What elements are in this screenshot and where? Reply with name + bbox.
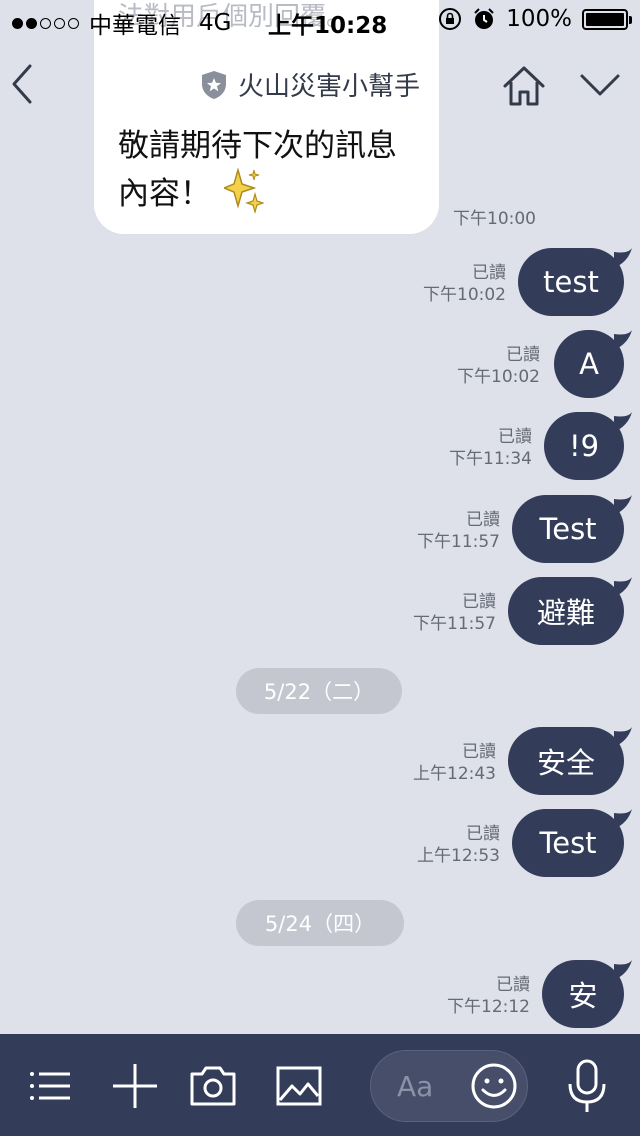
message-text: !9: [568, 429, 600, 463]
read-receipt: 已讀: [462, 742, 496, 762]
date-separator: 5/22（二）: [236, 668, 402, 714]
read-receipt: 已讀: [466, 824, 500, 844]
sparkles-icon: [224, 168, 264, 215]
chat-title[interactable]: 火山災害小幫手: [200, 66, 420, 103]
status-bar: 中華電信 4G 上午10:28 100%: [0, 0, 640, 40]
message-meta: 已讀 下午12:12: [447, 974, 530, 1018]
message-time: 下午10:02: [423, 285, 506, 305]
message-text: test: [543, 265, 599, 299]
message-text: Test: [539, 512, 597, 546]
message-meta: 已讀 下午10:02: [423, 262, 506, 306]
message-bubble[interactable]: 安全: [508, 727, 624, 795]
message-bubble[interactable]: 安: [542, 960, 624, 1028]
message-bubble[interactable]: Test: [512, 495, 624, 563]
message-row: 已讀 下午11:34 !9: [0, 412, 640, 480]
message-bubble[interactable]: Test: [512, 809, 624, 877]
message-bubble[interactable]: 避難: [508, 577, 624, 645]
message-row: 已讀 下午12:12 安: [0, 960, 640, 1028]
bubble-tail: [614, 960, 632, 980]
message-bubble[interactable]: test: [518, 248, 624, 316]
message-time: 上午12:43: [413, 764, 496, 784]
plus-icon[interactable]: [110, 1062, 160, 1110]
emoji-icon[interactable]: [469, 1061, 519, 1111]
carrier-name: 中華電信: [89, 13, 181, 39]
bubble-tail: [614, 495, 632, 515]
read-receipt: 已讀: [498, 427, 532, 447]
read-receipt: 已讀: [466, 510, 500, 530]
bubble-tail: [614, 577, 632, 597]
message-row: 已讀 上午12:53 Test: [0, 809, 640, 877]
bubble-tail: [614, 809, 632, 829]
message-time: 上午12:53: [417, 846, 500, 866]
bubble-tail: [614, 330, 632, 350]
message-input-placeholder: Aa: [397, 1070, 434, 1103]
message-time: 下午10:02: [457, 367, 540, 387]
home-icon[interactable]: [500, 64, 548, 108]
menu-icon[interactable]: [26, 1062, 76, 1110]
message-time: 下午11:34: [449, 449, 532, 469]
message-row: 已讀 上午12:43 安全: [0, 727, 640, 795]
signal-strength-icon: [12, 17, 79, 29]
microphone-icon[interactable]: [562, 1058, 612, 1114]
date-separator: 5/24（四）: [236, 900, 404, 946]
bubble-tail: [614, 248, 632, 268]
back-icon[interactable]: [8, 62, 38, 106]
message-text: 安全: [536, 746, 595, 780]
date-separator-text: 5/22（二）: [263, 680, 375, 704]
read-receipt: 已讀: [496, 975, 530, 995]
read-receipt: 已讀: [472, 263, 506, 283]
message-row: 已讀 下午11:57 Test: [0, 495, 640, 563]
message-row: 已讀 下午11:57 避難: [0, 577, 640, 645]
message-time: 下午11:57: [417, 532, 500, 552]
chat-header: 火山災害小幫手: [0, 40, 640, 130]
official-account-shield-icon: [202, 70, 226, 99]
orientation-lock-icon: [439, 8, 462, 30]
input-toolbar: Aa: [0, 1034, 640, 1136]
network-type: 4G: [199, 10, 232, 36]
message-row: 已讀 下午10:02 A: [0, 330, 640, 398]
bubble-tail: [614, 412, 632, 432]
message-time: 下午12:12: [447, 997, 530, 1017]
battery-icon: [582, 8, 632, 30]
message-bubble[interactable]: !9: [544, 412, 624, 480]
read-receipt: 已讀: [462, 592, 496, 612]
message-text: 安: [568, 979, 598, 1013]
read-receipt: 已讀: [506, 345, 540, 365]
camera-icon[interactable]: [188, 1062, 238, 1110]
chevron-down-icon[interactable]: [578, 70, 622, 100]
message-meta: 已讀 上午12:43: [413, 741, 496, 785]
message-row: 已讀 下午10:02 test: [0, 248, 640, 316]
message-text: A: [579, 347, 599, 381]
chat-title-text: 火山災害小幫手: [238, 72, 421, 102]
message-text: Test: [539, 826, 597, 860]
message-meta: 已讀 下午11:57: [413, 591, 496, 635]
message-meta: 已讀 下午11:57: [417, 509, 500, 553]
alarm-icon: [474, 8, 494, 29]
clock: 上午10:28: [268, 13, 388, 39]
message-meta: 已讀 下午11:34: [449, 426, 532, 470]
message-input[interactable]: Aa: [370, 1050, 528, 1122]
bubble-tail: [614, 727, 632, 747]
message-time: 下午11:57: [413, 614, 496, 634]
date-separator-text: 5/24（四）: [264, 912, 376, 936]
message-text: 避難: [536, 596, 595, 630]
battery-percent: 100%: [506, 6, 572, 32]
message-meta: 已讀 上午12:53: [417, 823, 500, 867]
message-meta: 已讀 下午10:02: [457, 344, 540, 388]
incoming-timestamp: 下午10:00: [453, 209, 536, 229]
image-icon[interactable]: [274, 1062, 324, 1110]
